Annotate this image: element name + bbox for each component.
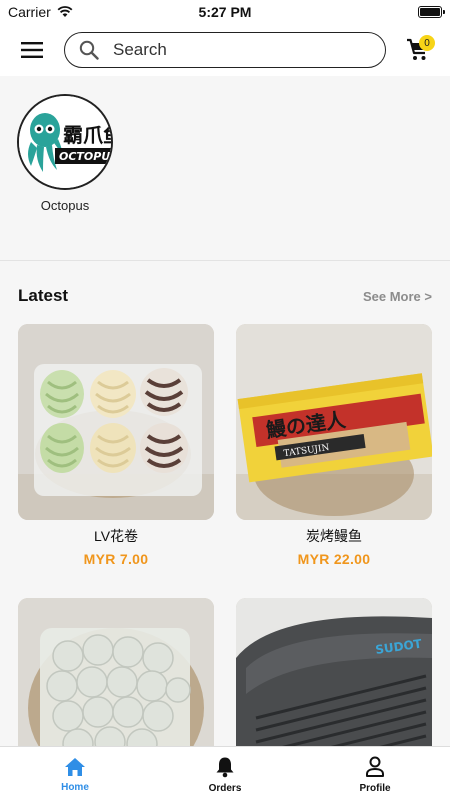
product-price: MYR 22.00 — [297, 551, 371, 567]
app-bar: Search 0 — [0, 24, 450, 76]
tab-profile-label: Profile — [359, 782, 391, 794]
carrier-label: Carrier — [8, 4, 51, 20]
store-item-octopus[interactable]: 霸爪鱼 OCTOPU Octopus — [16, 94, 114, 213]
bell-icon — [216, 757, 234, 777]
store-name: Octopus — [40, 198, 90, 213]
status-bar: Carrier 5:27 PM — [0, 0, 450, 24]
section-title: Latest — [18, 286, 69, 305]
product-price: MYR 7.00 — [83, 551, 149, 567]
cart-count-badge: 0 — [419, 35, 435, 51]
product-image — [18, 324, 214, 520]
menu-button[interactable] — [0, 24, 64, 76]
tab-orders[interactable]: Orders — [150, 747, 300, 800]
tab-profile[interactable]: Profile — [300, 747, 450, 800]
latest-header: Latest See More > — [18, 286, 432, 306]
bottom-navigation: Home Orders Profile — [0, 746, 450, 800]
search-placeholder: Search — [113, 40, 167, 59]
product-card[interactable]: LV花卷 MYR 7.00 — [18, 324, 214, 567]
product-image: 鰻の達人 TATSUJIN — [236, 324, 432, 520]
see-more-link[interactable]: See More > — [363, 289, 432, 304]
home-icon — [65, 757, 85, 776]
battery-icon — [418, 6, 445, 18]
product-card[interactable]: 鰻の達人 TATSUJIN 炭烤鳗鱼 MYR 22.00 — [236, 324, 432, 567]
wifi-icon — [57, 6, 73, 17]
store-logo-title: 霸爪鱼 — [63, 123, 111, 147]
octopus-logo-icon: 霸爪鱼 OCTOPU — [19, 96, 111, 188]
product-name: LV花卷 — [93, 528, 139, 544]
tab-home-label: Home — [61, 781, 89, 793]
profile-icon — [366, 756, 384, 777]
hamburger-menu-icon — [21, 42, 43, 58]
product-name: 炭烤鳗鱼 — [306, 528, 362, 544]
store-logo-subtitle: OCTOPU — [59, 150, 110, 163]
search-bar[interactable]: Search — [64, 32, 386, 68]
section-divider — [0, 260, 450, 261]
cart-button[interactable]: 0 — [386, 24, 450, 76]
search-icon — [79, 40, 99, 60]
tab-home[interactable]: Home — [0, 747, 150, 800]
store-list: 霸爪鱼 OCTOPU Octopus — [0, 76, 450, 260]
store-logo: 霸爪鱼 OCTOPU — [17, 94, 113, 190]
tab-orders-label: Orders — [208, 782, 242, 794]
carrier-group: Carrier — [8, 4, 73, 20]
